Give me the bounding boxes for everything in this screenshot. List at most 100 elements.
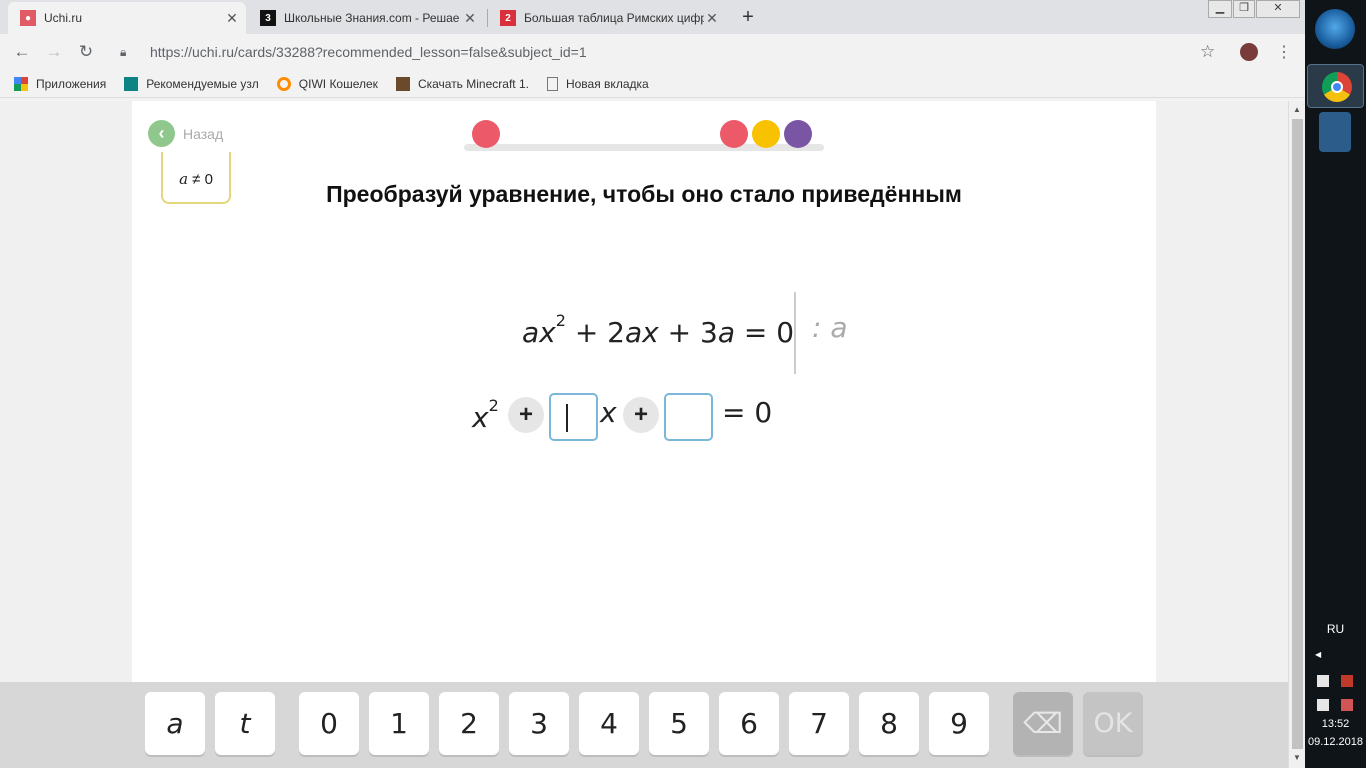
key-0[interactable]: 0 <box>299 692 359 755</box>
backspace-key[interactable]: ⌫ <box>1013 692 1073 755</box>
bookmark-star-icon[interactable]: ☆ <box>1200 42 1215 62</box>
back-button[interactable]: ‹ Назад <box>148 120 223 147</box>
back-arrow-icon[interactable]: ← <box>10 40 34 64</box>
uchi-logo-icon: ● <box>20 10 36 26</box>
equation-rhs: = 0 <box>722 396 773 429</box>
eq-term: ax <box>522 316 556 349</box>
language-indicator[interactable]: RU <box>1305 622 1366 636</box>
menu-kebab-icon[interactable]: ⋮ <box>1276 42 1292 62</box>
backspace-icon: ⌫ <box>1023 707 1063 740</box>
key-2[interactable]: 2 <box>439 692 499 755</box>
toolbar: ← → ↻ 🔒︎ https://uchi.ru/cards/33288?rec… <box>0 34 1305 70</box>
progress-dot <box>472 120 500 148</box>
key-3[interactable]: 3 <box>509 692 569 755</box>
back-label: Назад <box>183 125 224 142</box>
address-bar[interactable]: 🔒︎ https://uchi.ru/cards/33288?recommend… <box>110 37 1230 67</box>
znaniya-logo-icon: 3 <box>260 10 276 26</box>
tray-expand-icon[interactable]: ◀ <box>1315 650 1321 659</box>
scroll-up-icon[interactable]: ▲ <box>1293 105 1301 114</box>
eq-term: + 3 <box>658 316 718 349</box>
scroll-thumb[interactable] <box>1292 119 1303 749</box>
close-icon[interactable]: ✕ <box>704 10 720 27</box>
window-close-button[interactable]: ✕ <box>1256 0 1300 18</box>
key-8[interactable]: 8 <box>859 692 919 755</box>
bookmark-label: Приложения <box>36 76 107 91</box>
key-5[interactable]: 5 <box>649 692 709 755</box>
clock-time[interactable]: 13:52 <box>1305 718 1366 730</box>
lock-icon: 🔒︎ <box>120 44 127 59</box>
eq-term: ax <box>625 316 659 349</box>
key-4[interactable]: 4 <box>579 692 639 755</box>
tab-znaniya[interactable]: 3 Школьные Знания.com - Решае ✕ <box>248 2 484 34</box>
tab-strip: ● Uchi.ru ✕ 3 Школьные Знания.com - Реша… <box>0 0 1305 34</box>
bookmark-label: Новая вкладка <box>565 76 649 91</box>
key-6[interactable]: 6 <box>719 692 779 755</box>
minimize-button[interactable]: ▁ <box>1208 0 1232 18</box>
windows-taskbar: RU ◀ 13:52 09.12.2018 <box>1305 0 1366 768</box>
bookmark-recommended[interactable]: Рекомендуемые узл <box>124 76 259 91</box>
progress-dot <box>784 120 812 148</box>
bookmark-minecraft[interactable]: Скачать Minecraft 1. <box>395 76 529 91</box>
clock-date[interactable]: 09.12.2018 <box>1305 736 1366 748</box>
tab-title: Uchi.ru <box>44 11 83 25</box>
media-player-icon[interactable] <box>1319 112 1351 152</box>
chrome-core <box>1331 81 1343 93</box>
bookmark-apps[interactable]: Приложения <box>14 76 107 91</box>
chrome-taskbar-icon[interactable] <box>1307 64 1364 108</box>
key-9[interactable]: 9 <box>929 692 989 755</box>
reload-icon[interactable]: ↻ <box>74 40 98 64</box>
key-t[interactable]: t <box>215 692 275 755</box>
url-text: https://uchi.ru/cards/33288?recommended_… <box>150 44 587 60</box>
eq-term: = 0 <box>734 316 795 349</box>
forward-arrow-icon[interactable]: → <box>42 40 66 64</box>
bookmark-new-tab[interactable]: Новая вкладка <box>546 76 649 91</box>
scroll-down-icon[interactable]: ▼ <box>1293 753 1301 762</box>
browser-chrome: ● Uchi.ru ✕ 3 Школьные Знания.com - Реша… <box>0 0 1305 101</box>
key-a[interactable]: a <box>145 692 205 755</box>
start-button[interactable] <box>1315 9 1355 49</box>
network-icon[interactable] <box>1317 699 1329 711</box>
eq-exponent: 2 <box>555 311 566 330</box>
eq-term: + 2 <box>565 316 625 349</box>
original-equation: ax2 + 2ax + 3a = 0 <box>522 311 794 349</box>
maximize-button[interactable]: ❐ <box>1233 0 1255 18</box>
eq-exponent: 2 <box>488 396 499 415</box>
tab-title: Школьные Знания.com - Решае <box>284 11 460 25</box>
close-icon[interactable]: ✕ <box>224 10 240 27</box>
vertical-scrollbar[interactable]: ▲ ▼ <box>1288 101 1305 768</box>
tab-roman-numerals[interactable]: 2 Большая таблица Римских цифр ✕ <box>488 2 726 34</box>
close-icon[interactable]: ✕ <box>462 10 478 27</box>
tab-uchi[interactable]: ● Uchi.ru ✕ <box>8 2 246 34</box>
number-2-logo-icon: 2 <box>500 10 516 26</box>
text-caret <box>566 404 568 432</box>
chevron-left-icon: ‹ <box>148 120 175 147</box>
action-center-icon[interactable] <box>1317 675 1329 687</box>
key-7[interactable]: 7 <box>789 692 849 755</box>
profile-avatar[interactable] <box>1240 43 1258 61</box>
bookmark-qiwi[interactable]: QIWI Кошелек <box>276 76 378 91</box>
progress-dot <box>752 120 780 148</box>
on-screen-keypad: a t 0 1 2 3 4 5 6 7 8 9 ⌫ OK <box>0 682 1288 768</box>
new-tab-button[interactable]: + <box>736 6 760 30</box>
bing-icon <box>124 76 139 91</box>
page-icon <box>546 76 558 91</box>
answer-input-coefficient-c[interactable] <box>664 393 713 441</box>
page-viewport: ‹ Назад a ≠ 0 Преобразуй уравнение, чтоб… <box>0 101 1288 768</box>
progress-dot <box>720 120 748 148</box>
answer-input-coefficient-b[interactable] <box>549 393 598 441</box>
task-heading: Преобразуй уравнение, чтобы оно стало пр… <box>326 181 962 207</box>
bookmark-label: QIWI Кошелек <box>298 76 378 91</box>
volume-muted-icon[interactable] <box>1341 699 1353 711</box>
divide-operation: : a <box>812 311 848 344</box>
flag-icon[interactable] <box>1341 675 1353 687</box>
plus-sign: + <box>623 397 659 433</box>
plus-sign: + <box>508 397 544 433</box>
ok-key[interactable]: OK <box>1083 692 1143 755</box>
key-1[interactable]: 1 <box>369 692 429 755</box>
apps-grid-icon <box>14 76 28 91</box>
bookmark-label: Скачать Minecraft 1. <box>417 76 529 91</box>
minecraft-icon <box>395 76 410 91</box>
reduced-eq-x-squared: x2 <box>472 396 499 434</box>
qiwi-icon <box>276 76 291 91</box>
bookmarks-bar: Приложения Рекомендуемые узл QIWI Кошеле… <box>0 70 1305 98</box>
